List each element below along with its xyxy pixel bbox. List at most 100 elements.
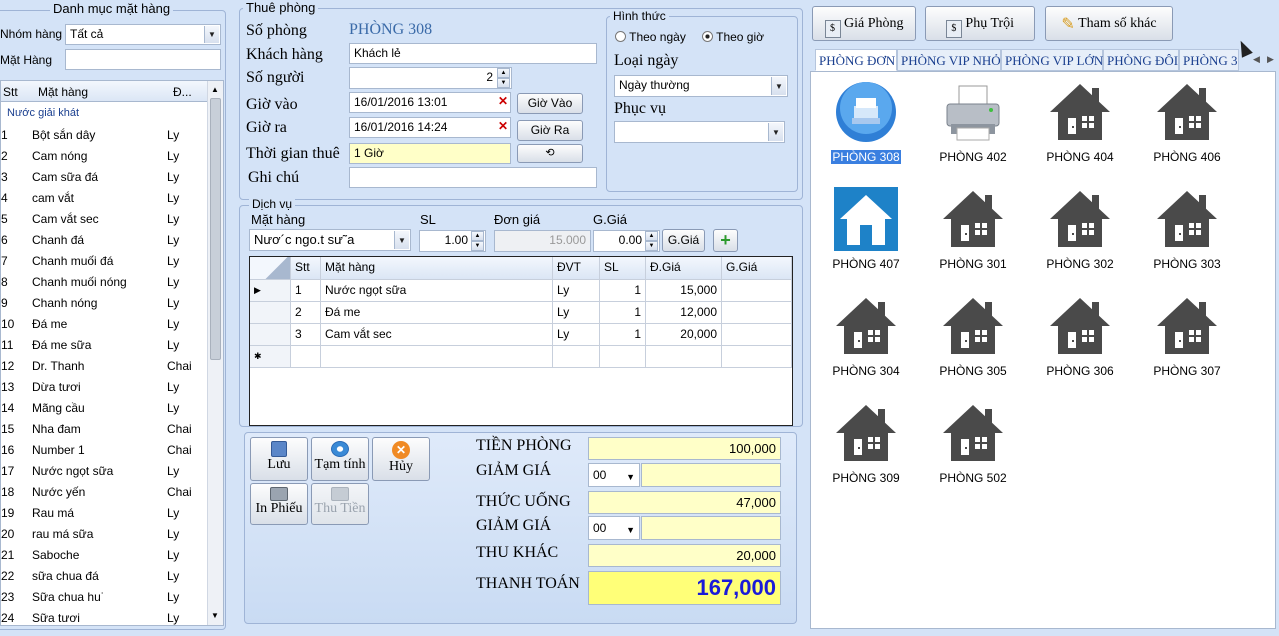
gh-ggia[interactable]: G.Giá [722, 257, 792, 280]
cell-ggia[interactable] [722, 280, 792, 302]
scroll-up-icon[interactable]: ▲ [211, 85, 219, 94]
tab-phong-doi[interactable]: PHÒNG ĐÔI [1103, 49, 1179, 71]
row-indicator[interactable] [250, 302, 291, 324]
cell-dvt[interactable]: Ly [553, 324, 600, 346]
room-tile[interactable]: PHÒNG 406 [1137, 80, 1237, 180]
tab-scroll-left-icon[interactable]: ◀ [1253, 54, 1260, 65]
add-item-button[interactable]: + [713, 229, 738, 252]
room-tile[interactable]: PHÒNG 304 [816, 294, 916, 394]
huy-button[interactable]: ✕ Hủy [372, 437, 430, 481]
list-item[interactable]: 2 Cam nóng Ly [1, 145, 207, 166]
khach-hang-input[interactable]: Khách lẻ [349, 43, 597, 64]
tab-phong-don[interactable]: PHÒNG ĐƠN [815, 49, 897, 71]
cell-dgia[interactable]: 15,000 [646, 280, 722, 302]
gio-vao-button[interactable]: Giờ Vào [517, 93, 583, 114]
theo-gio-radio[interactable]: Theo giờ [702, 30, 764, 44]
list-item[interactable]: 10 Đá me Ly [1, 313, 207, 334]
spin-up-icon[interactable]: ▲ [471, 231, 484, 241]
phuc-vu-select[interactable]: ▼ [614, 121, 785, 143]
room-tile[interactable]: PHÒNG 306 [1030, 294, 1130, 394]
clear-icon[interactable]: ✕ [498, 119, 508, 133]
list-item[interactable]: 22 sữa chua đá Ly [1, 565, 207, 586]
dv-sl-stepper[interactable]: 1.00 ▲ ▼ [419, 230, 486, 252]
chevron-down-icon[interactable]: ▼ [626, 468, 635, 486]
list-item[interactable]: 7 Chanh muối đá Ly [1, 250, 207, 271]
giam-gia1-select[interactable]: 00 ▼ [588, 463, 640, 487]
list-item[interactable]: 14 Mãng cầu Ly [1, 397, 207, 418]
list-item[interactable]: 8 Chanh muối nóng Ly [1, 271, 207, 292]
room-tile[interactable]: PHÒNG 309 [816, 401, 916, 501]
cell-stt[interactable]: 1 [291, 280, 321, 302]
luu-button[interactable]: Lưu [250, 437, 308, 481]
dv-g-gia-stepper[interactable]: 0.00 ▲ ▼ [593, 230, 660, 252]
ghi-chu-input[interactable] [349, 167, 597, 188]
gh-sl[interactable]: SL [600, 257, 646, 280]
cell-ggia[interactable] [722, 324, 792, 346]
list-item[interactable]: 16 Number 1 Chai [1, 439, 207, 460]
list-item[interactable]: 13 Dừa tươi Ly [1, 376, 207, 397]
nhom-hang-select[interactable]: Tất cả ▼ [65, 24, 221, 45]
room-tile[interactable]: PHÒNG 404 [1030, 80, 1130, 180]
room-tile[interactable]: PHÒNG 303 [1137, 187, 1237, 287]
row-indicator[interactable]: ✱ [250, 346, 291, 368]
category-row[interactable]: Nước giải khát [1, 103, 207, 124]
cell-mathang[interactable]: Cam vắt sec [321, 324, 553, 346]
in-phieu-button[interactable]: In Phiếu [250, 483, 308, 525]
tab-phong-3[interactable]: PHÒNG 3 [1179, 49, 1239, 71]
mat-hang-search-input[interactable] [65, 49, 221, 70]
tab-phong-vip-nho[interactable]: PHÒNG VIP NHỎ [897, 49, 1001, 71]
giam-gia2-select[interactable]: 00 ▼ [588, 516, 640, 540]
list-item[interactable]: 19 Rau má Ly [1, 502, 207, 523]
room-tile[interactable]: PHÒNG 502 [923, 401, 1023, 501]
cell-ggia[interactable] [722, 302, 792, 324]
list-item[interactable]: 23 Sữa chua hu˙ Ly [1, 586, 207, 607]
loai-ngay-select[interactable]: Ngày thường ▼ [614, 75, 788, 97]
cell-dvt[interactable] [553, 346, 600, 368]
gh-dgia[interactable]: Đ.Giá [646, 257, 722, 280]
cell-dgia[interactable]: 20,000 [646, 324, 722, 346]
cell-sl[interactable]: 1 [600, 324, 646, 346]
so-nguoi-stepper[interactable]: 2 ▲ ▼ [349, 67, 512, 89]
giam-gia1-input[interactable] [641, 463, 781, 487]
list-item[interactable]: 11 Đá me sữa Ly [1, 334, 207, 355]
list-item[interactable]: 9 Chanh nóng Ly [1, 292, 207, 313]
list-item[interactable]: 3 Cam sữa đá Ly [1, 166, 207, 187]
thu-tien-button[interactable]: Thu Tiền [311, 483, 369, 525]
chevron-down-icon[interactable]: ▼ [204, 26, 219, 43]
row-indicator[interactable]: ▶ [250, 280, 291, 302]
room-tile[interactable]: PHÒNG 301 [923, 187, 1023, 287]
spin-down-icon[interactable]: ▼ [645, 241, 658, 251]
list-item[interactable]: 15 Nha đam Chai [1, 418, 207, 439]
list-item[interactable]: 12 Dr. Thanh Chai [1, 355, 207, 376]
list-item[interactable]: 4 cam vắt Ly [1, 187, 207, 208]
list-item[interactable]: 21 Saboche Ly [1, 544, 207, 565]
tham-so-button[interactable]: ✎ Tham số khác [1045, 6, 1173, 41]
dv-mat-hang-select[interactable]: Nươ´c ngo.t sư˜a ▼ [249, 229, 411, 251]
cell-dvt[interactable]: Ly [553, 302, 600, 324]
gh-stt[interactable]: Stt [291, 257, 321, 280]
row-indicator[interactable] [250, 324, 291, 346]
list-item[interactable]: 1 Bột sắn dây Ly [1, 124, 207, 145]
refresh-button[interactable]: ⟲ [517, 144, 583, 163]
chevron-down-icon[interactable]: ▼ [626, 521, 635, 539]
gio-ra-input[interactable]: 16/01/2016 14:24 ✕ [349, 117, 511, 138]
cell-dgia[interactable]: 12,000 [646, 302, 722, 324]
col-mathang-header[interactable]: Mặt hàng [38, 85, 88, 99]
thoi-gian-input[interactable]: 1 Giờ [349, 143, 511, 164]
cell-stt[interactable] [291, 346, 321, 368]
room-tile[interactable]: PHÒNG 302 [1030, 187, 1130, 287]
tam-tinh-button[interactable]: Tạm tính [311, 437, 369, 481]
cell-mathang[interactable]: Nước ngọt sữa [321, 280, 553, 302]
cell-stt[interactable]: 2 [291, 302, 321, 324]
gh-dvt[interactable]: ĐVT [553, 257, 600, 280]
room-tile[interactable]: PHÒNG 308 [816, 80, 916, 180]
list-item[interactable]: 17 Nước ngọt sữa Ly [1, 460, 207, 481]
scroll-thumb[interactable] [210, 98, 221, 360]
chevron-down-icon[interactable]: ▼ [771, 77, 786, 95]
gio-vao-input[interactable]: 16/01/2016 13:01 ✕ [349, 92, 511, 113]
room-tile[interactable]: PHÒNG 307 [1137, 294, 1237, 394]
chevron-down-icon[interactable]: ▼ [768, 123, 783, 141]
spin-down-icon[interactable]: ▼ [471, 241, 484, 251]
scroll-down-icon[interactable]: ▼ [211, 611, 219, 620]
tab-phong-vip-lon[interactable]: PHÒNG VIP LỚN [1001, 49, 1103, 71]
